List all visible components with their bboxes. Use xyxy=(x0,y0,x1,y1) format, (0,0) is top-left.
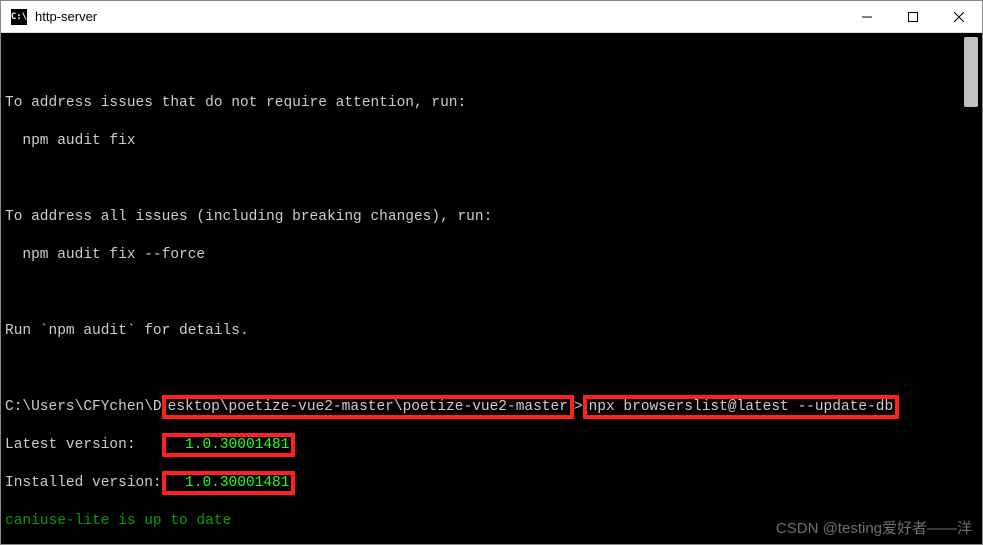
output-line xyxy=(5,284,982,303)
maximize-icon xyxy=(908,12,918,22)
highlight-box: 1.0.30001481 xyxy=(162,471,296,495)
output-line xyxy=(5,170,982,189)
command-text: npx browserslist@latest --update-db xyxy=(589,399,894,415)
minimize-icon xyxy=(862,12,872,22)
minimize-button[interactable] xyxy=(844,1,890,33)
prompt-prefix: C:\Users\CFYchen\D xyxy=(5,399,162,415)
output-line xyxy=(5,56,982,75)
output-line: npm audit fix xyxy=(5,132,982,151)
highlight-box: 1.0.30001481 xyxy=(162,433,296,457)
window-title: http-server xyxy=(35,9,844,24)
close-button[interactable] xyxy=(936,1,982,33)
output-line: Latest version: 1.0.30001481 xyxy=(5,436,982,455)
window-frame: C:\ http-server To address issues that d… xyxy=(0,0,983,545)
output-line: npm audit fix --force xyxy=(5,246,982,265)
prompt-line: C:\Users\CFYchen\D esktop\poetize-vue2-ma… xyxy=(5,398,982,417)
maximize-button[interactable] xyxy=(890,1,936,33)
prompt-path: esktop\poetize-vue2-master\poetize-vue2-… xyxy=(168,399,568,415)
highlight-box: npx browserslist@latest --update-db xyxy=(583,395,900,419)
output-line: To address issues that do not require at… xyxy=(5,94,982,113)
terminal[interactable]: To address issues that do not require at… xyxy=(1,33,982,544)
terminal-content: To address issues that do not require at… xyxy=(5,37,982,544)
highlight-box: esktop\poetize-vue2-master\poetize-vue2-… xyxy=(162,395,574,419)
close-icon xyxy=(954,12,964,22)
label-text: Installed version: xyxy=(5,475,162,491)
cmd-icon: C:\ xyxy=(11,9,27,25)
prompt-gt: > xyxy=(574,399,583,415)
output-line: Run `npm audit` for details. xyxy=(5,322,982,341)
output-line: caniuse-lite is up to date xyxy=(5,512,982,531)
output-line: To address all issues (including breakin… xyxy=(5,208,982,227)
output-line xyxy=(5,360,982,379)
output-line: Installed version: 1.0.30001481 xyxy=(5,474,982,493)
scrollbar-thumb[interactable] xyxy=(964,37,978,107)
label-text: Latest version: xyxy=(5,437,162,453)
titlebar[interactable]: C:\ http-server xyxy=(1,1,982,33)
version-value: 1.0.30001481 xyxy=(168,475,290,491)
version-value: 1.0.30001481 xyxy=(168,437,290,453)
